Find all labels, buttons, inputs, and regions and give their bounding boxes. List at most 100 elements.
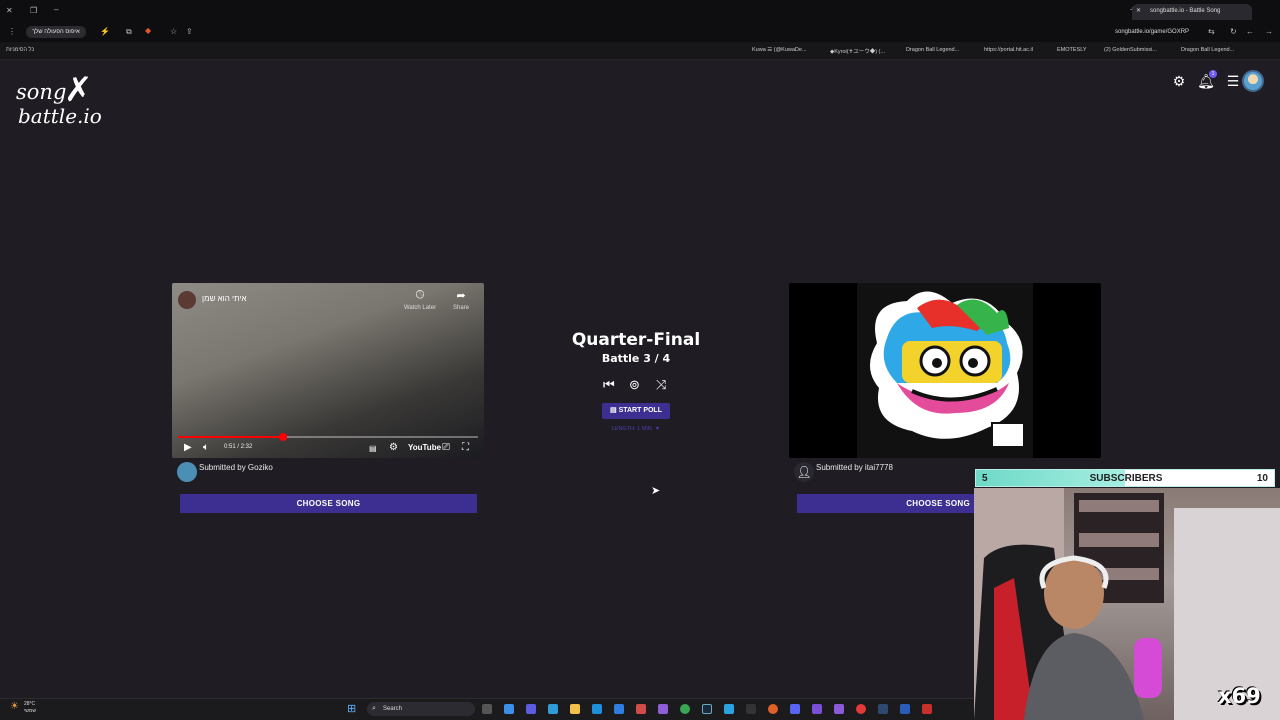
bookmark-item[interactable]: Dragon Ball Legend... xyxy=(906,47,959,53)
taskbar-app-icon[interactable] xyxy=(658,704,668,714)
submitter-avatar xyxy=(177,462,197,482)
progress-scrubber[interactable] xyxy=(279,433,287,441)
minimize-window-icon[interactable]: – xyxy=(54,6,58,14)
teams-icon[interactable] xyxy=(526,704,536,714)
right-choose-song-button[interactable]: CHOOSE SONG xyxy=(797,494,974,513)
file-explorer-icon[interactable] xyxy=(570,704,580,714)
clock-icon: 🕓︎ xyxy=(415,289,425,301)
reload-icon[interactable]: ↻ xyxy=(1230,28,1237,36)
user-avatar[interactable] xyxy=(1242,70,1264,92)
taskbar-app-icon[interactable] xyxy=(834,704,844,714)
left-video-player[interactable]: איתי הוא שמן 🕓︎ Watch Later ➦ Share ▶ 🔈︎… xyxy=(172,283,484,458)
translate-icon[interactable]: ⇆ xyxy=(1208,28,1215,36)
site-logo[interactable]: ✗ song battle.io xyxy=(16,70,116,130)
edge-icon[interactable] xyxy=(548,704,558,714)
round-title: Quarter-Final xyxy=(571,330,701,350)
subscriber-goal-bar: SUBSCRIBERS 5 10 xyxy=(975,469,1275,487)
all-bookmarks[interactable]: כל הסימניות xyxy=(6,47,34,53)
share-arrow-icon: ➦ xyxy=(456,290,466,302)
progress-fill xyxy=(178,436,283,438)
bookmark-item[interactable]: ◆Kyroi(✝ユーウ◆) (... xyxy=(830,47,885,55)
subscriber-goal: 10 xyxy=(1256,473,1268,484)
taskbar-app-icon[interactable] xyxy=(504,704,514,714)
video-title[interactable]: איתי הוא שמן xyxy=(202,294,247,303)
length-dropdown[interactable]: LENGTH: 1 MIN. ▼ xyxy=(596,426,676,432)
tab-close-icon[interactable]: ✕ xyxy=(1136,8,1141,14)
video-progress-bar[interactable] xyxy=(178,433,478,441)
taskbar-app-icon[interactable] xyxy=(614,704,624,714)
profile-pill[interactable]: איפוס הפעולה שלך xyxy=(26,26,86,38)
left-choose-song-button[interactable]: CHOOSE SONG xyxy=(180,494,477,513)
taskbar-search[interactable]: ⌕ Search xyxy=(367,702,475,716)
left-submitted-by: Submitted by Goziko xyxy=(199,463,273,472)
notification-badge: 1 xyxy=(1209,70,1217,78)
taskbar-app-icon[interactable] xyxy=(768,704,778,714)
volume-icon[interactable]: 🔈︎ xyxy=(203,442,209,453)
menu-dots-icon[interactable]: ⋮ xyxy=(8,28,16,36)
bookmark-item[interactable]: https://portal.hit.ac.il xyxy=(984,47,1033,53)
album-art xyxy=(857,283,1033,458)
opera-icon[interactable] xyxy=(856,704,866,714)
share-page-icon[interactable]: ⇪ xyxy=(186,28,193,36)
puzzle-icon[interactable]: ⧉ xyxy=(126,28,132,36)
taskbar-app-icon[interactable] xyxy=(746,704,756,714)
photoshop-icon[interactable] xyxy=(900,704,910,714)
extension-icon[interactable]: ◆ xyxy=(145,27,151,35)
steam-icon[interactable] xyxy=(702,704,712,714)
extensions-icon[interactable]: ⚡ xyxy=(100,28,110,36)
vote-icon[interactable]: ⊚ xyxy=(629,377,640,393)
bookmarks-bar xyxy=(0,42,1280,60)
cast-icon[interactable]: ⎚ xyxy=(442,442,450,453)
store-icon[interactable] xyxy=(592,704,602,714)
poll-icon: ▤ xyxy=(610,407,619,414)
forward-icon[interactable]: ← xyxy=(1246,28,1254,36)
share-button[interactable]: ➦ Share xyxy=(441,289,481,311)
bookmark-item[interactable]: EMOTESLY xyxy=(1057,47,1087,53)
taskbar-app-icon[interactable] xyxy=(724,704,734,714)
task-view-icon[interactable] xyxy=(482,704,492,714)
back-icon[interactable]: → xyxy=(1265,28,1273,36)
previous-icon[interactable]: ⏮ xyxy=(603,377,615,393)
watch-later-button[interactable]: 🕓︎ Watch Later xyxy=(400,289,440,311)
battle-counter: Battle 3 / 4 xyxy=(601,352,671,365)
taskbar-app-icon[interactable] xyxy=(636,704,646,714)
taskbar-app-icon[interactable] xyxy=(922,704,932,714)
right-video-player[interactable] xyxy=(789,283,1101,458)
right-submitted-by: Submitted by itai7778 xyxy=(816,463,893,472)
captions-icon[interactable]: ▤ xyxy=(369,444,377,453)
taskbar-app-icon[interactable] xyxy=(878,704,888,714)
browser-toolbar: ⋮ ⚡ ⧉ ◆ ☆ ⇪ songbattle.io/game/GOXRP ⇆ ↻… xyxy=(0,22,1280,42)
weather-icon[interactable]: ☀ xyxy=(10,701,19,712)
mouse-cursor-icon: ➤ xyxy=(651,485,661,497)
subscriber-goal-label: SUBSCRIBERS xyxy=(1089,473,1163,484)
weather-widget[interactable]: 28°C שמשי xyxy=(24,701,36,715)
address-bar[interactable]: songbattle.io/game/GOXRP xyxy=(1115,29,1189,35)
play-icon[interactable]: ▶ xyxy=(184,442,192,453)
search-icon: ⌕ xyxy=(372,705,376,712)
restore-window-icon[interactable]: ❐ xyxy=(30,7,37,15)
browser-titlebar: ✕ ❐ – + ✕ songbattle.io - Battle Song xyxy=(0,0,1280,22)
close-window-icon[interactable]: ✕ xyxy=(6,7,13,15)
browser-tab[interactable]: ✕ songbattle.io - Battle Song xyxy=(1132,4,1252,20)
bookmark-item[interactable]: Dragon Ball Legend... xyxy=(1181,47,1234,53)
person-icon: 👤︎ xyxy=(794,462,814,482)
bookmark-item[interactable]: (2) GoldenSubmissi... xyxy=(1104,47,1157,53)
shuffle-icon[interactable]: ⤨ xyxy=(656,377,666,393)
hamburger-menu-icon[interactable]: ☰ xyxy=(1224,72,1242,90)
channel-avatar[interactable] xyxy=(178,291,196,309)
tab-title: songbattle.io - Battle Song xyxy=(1150,8,1221,14)
bookmark-item[interactable]: Kuwa ☰ (@KuwaDe... xyxy=(752,47,807,53)
star-icon[interactable]: ☆ xyxy=(170,28,177,36)
subscriber-current: 5 xyxy=(982,473,988,484)
settings-icon[interactable]: ⚙ xyxy=(389,442,398,453)
discord-icon[interactable] xyxy=(790,704,800,714)
video-time: 0:51 / 2:32 xyxy=(224,444,253,450)
visual-studio-icon[interactable] xyxy=(812,704,822,714)
chrome-icon[interactable] xyxy=(680,704,690,714)
multiplier-badge: x69 xyxy=(1218,684,1261,708)
fullscreen-icon[interactable]: ⛶ xyxy=(462,442,469,453)
gear-icon[interactable]: ⚙ xyxy=(1170,72,1188,90)
start-icon[interactable]: ⊞ xyxy=(347,702,356,715)
start-poll-button[interactable]: ▤ START POLL xyxy=(602,403,670,419)
youtube-logo[interactable]: YouTube xyxy=(408,443,441,452)
